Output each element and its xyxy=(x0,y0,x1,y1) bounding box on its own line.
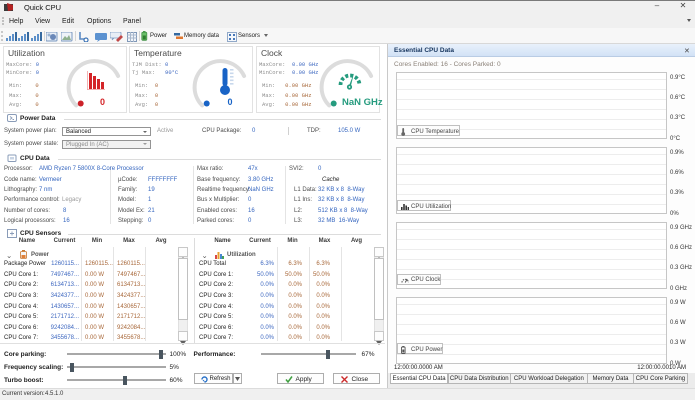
svg-text:0: 0 xyxy=(228,97,233,107)
svg-text:0: 0 xyxy=(100,97,105,107)
svg-text:NaN GHz: NaN GHz xyxy=(342,97,383,108)
